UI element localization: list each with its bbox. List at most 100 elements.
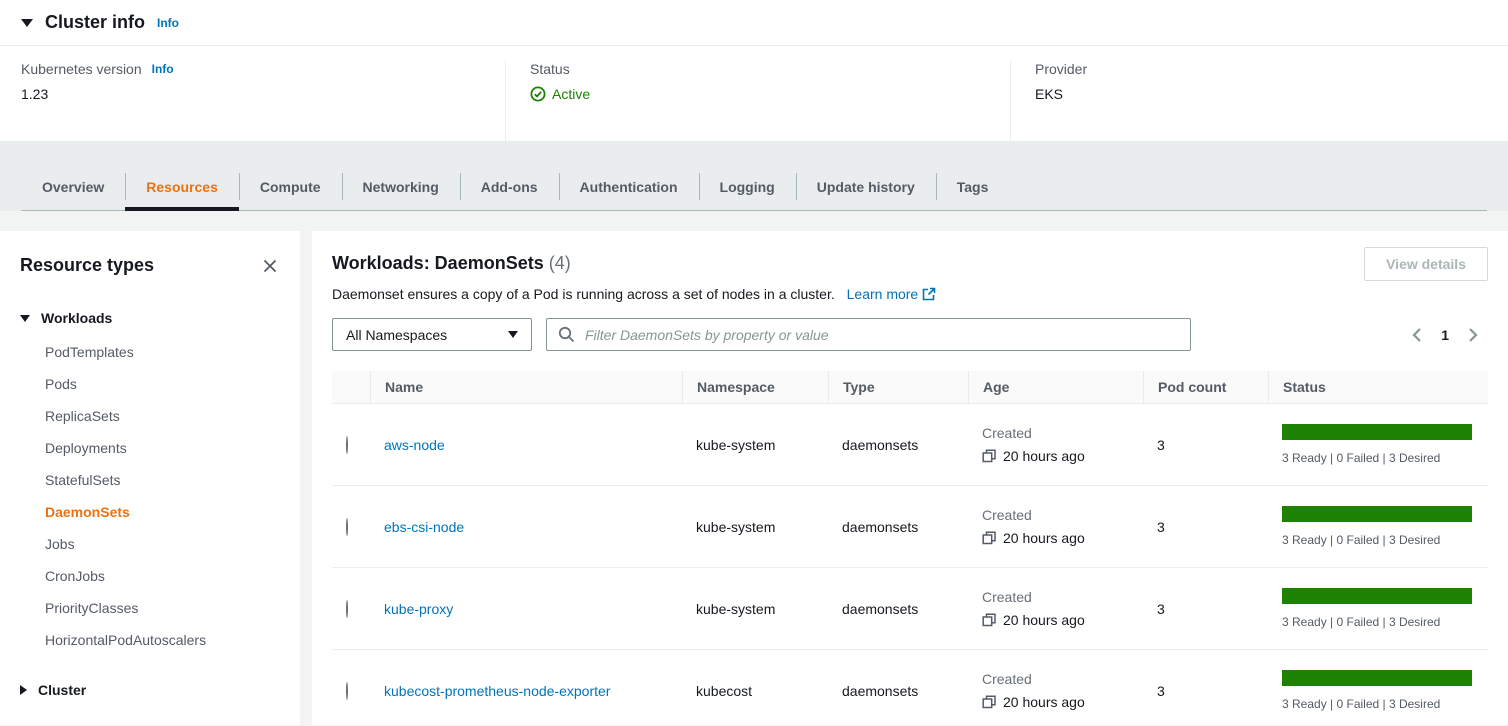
status-field: Status Active bbox=[505, 61, 1010, 141]
status-value: Active bbox=[530, 86, 986, 102]
current-page[interactable]: 1 bbox=[1441, 327, 1449, 343]
tab-resources[interactable]: Resources bbox=[125, 163, 239, 210]
status-cell: 3 Ready | 0 Failed | 3 Desired bbox=[1268, 424, 1488, 465]
age-cell: Created 20 hours ago bbox=[968, 589, 1143, 628]
resource-tree: Workloads PodTemplates Pods ReplicaSets … bbox=[20, 306, 280, 725]
sidebar-title: Resource types bbox=[20, 255, 154, 276]
sidebar-item-pods[interactable]: Pods bbox=[45, 368, 280, 400]
daemonset-name-link[interactable]: kubecost-prometheus-node-exporter bbox=[384, 683, 610, 699]
daemonset-name-link[interactable]: ebs-csi-node bbox=[384, 519, 464, 535]
status-cell: 3 Ready | 0 Failed | 3 Desired bbox=[1268, 588, 1488, 629]
chevron-right-icon bbox=[1466, 327, 1480, 343]
header-select bbox=[332, 371, 370, 403]
view-details-button[interactable]: View details bbox=[1364, 247, 1488, 281]
namespace-select-value: All Namespaces bbox=[346, 327, 447, 343]
sidebar-item-priorityclasses[interactable]: PriorityClasses bbox=[45, 592, 280, 624]
triangle-down-icon bbox=[20, 315, 30, 322]
tab-networking[interactable]: Networking bbox=[342, 163, 460, 210]
sidebar-item-deployments[interactable]: Deployments bbox=[45, 432, 280, 464]
copy-icon[interactable] bbox=[982, 449, 996, 463]
tree-group-service-and-networking[interactable]: Service and networking bbox=[20, 724, 280, 725]
cluster-info-panel: Cluster info Info Kubernetes version Inf… bbox=[0, 0, 1508, 141]
header-namespace: Namespace bbox=[682, 371, 828, 403]
namespace-select[interactable]: All Namespaces bbox=[332, 318, 532, 351]
sidebar-item-horizontalpodautoscalers[interactable]: HorizontalPodAutoscalers bbox=[45, 624, 280, 656]
tab-compute[interactable]: Compute bbox=[239, 163, 342, 210]
namespace-cell: kube-system bbox=[682, 437, 828, 453]
provider-value: EKS bbox=[1035, 86, 1484, 102]
external-link-icon bbox=[922, 287, 936, 301]
table-row: aws-node kube-system daemonsets Created … bbox=[332, 404, 1488, 486]
sidebar-item-cronjobs[interactable]: CronJobs bbox=[45, 560, 280, 592]
kubernetes-version-value: 1.23 bbox=[21, 86, 481, 102]
status-text: 3 Ready | 0 Failed | 3 Desired bbox=[1282, 697, 1472, 711]
copy-icon[interactable] bbox=[982, 695, 996, 709]
row-select-radio[interactable] bbox=[346, 436, 348, 454]
daemonset-name-link[interactable]: kube-proxy bbox=[384, 601, 453, 617]
content-area: Resource types Workloads PodTemplates Po… bbox=[0, 211, 1508, 725]
next-page-button[interactable] bbox=[1466, 327, 1480, 343]
status-label: Status bbox=[530, 61, 570, 77]
type-cell: daemonsets bbox=[828, 683, 968, 699]
tab-tags[interactable]: Tags bbox=[936, 163, 1010, 210]
type-cell: daemonsets bbox=[828, 519, 968, 535]
copy-icon[interactable] bbox=[982, 613, 996, 627]
pagination: 1 bbox=[1410, 327, 1488, 343]
close-icon bbox=[262, 258, 278, 274]
pod-count-cell: 3 bbox=[1143, 601, 1268, 617]
previous-page-button[interactable] bbox=[1410, 327, 1424, 343]
provider-field: Provider EKS bbox=[1010, 61, 1508, 141]
status-bar bbox=[1282, 670, 1472, 686]
namespace-cell: kube-system bbox=[682, 519, 828, 535]
sidebar-item-replicasets[interactable]: ReplicaSets bbox=[45, 400, 280, 432]
close-sidebar-button[interactable] bbox=[260, 256, 280, 276]
sidebar-item-daemonsets[interactable]: DaemonSets bbox=[45, 496, 280, 528]
table-row: kube-proxy kube-system daemonsets Create… bbox=[332, 568, 1488, 650]
copy-icon[interactable] bbox=[982, 531, 996, 545]
header-pod-count: Pod count bbox=[1143, 371, 1268, 403]
row-select-radio[interactable] bbox=[346, 600, 348, 618]
table-header: Name Namespace Type Age Pod count Status bbox=[332, 371, 1488, 404]
status-text: 3 Ready | 0 Failed | 3 Desired bbox=[1282, 451, 1472, 465]
panel-title: Workloads: DaemonSets (4) bbox=[332, 247, 936, 274]
status-cell: 3 Ready | 0 Failed | 3 Desired bbox=[1268, 506, 1488, 547]
workloads-items: PodTemplates Pods ReplicaSets Deployment… bbox=[20, 336, 280, 656]
filter-input[interactable] bbox=[583, 326, 1179, 344]
daemonset-name-link[interactable]: aws-node bbox=[384, 437, 445, 453]
sidebar-item-podtemplates[interactable]: PodTemplates bbox=[45, 336, 280, 368]
sidebar-item-statefulsets[interactable]: StatefulSets bbox=[45, 464, 280, 496]
tree-group-workloads[interactable]: Workloads bbox=[20, 306, 280, 330]
tab-list: Overview Resources Compute Networking Ad… bbox=[21, 163, 1487, 211]
resource-types-sidebar: Resource types Workloads PodTemplates Po… bbox=[0, 231, 300, 725]
sidebar-item-jobs[interactable]: Jobs bbox=[45, 528, 280, 560]
table-row: kubecost-prometheus-node-exporter kubeco… bbox=[332, 650, 1488, 725]
chevron-left-icon bbox=[1410, 327, 1424, 343]
header-status: Status bbox=[1268, 371, 1488, 403]
chevron-down-icon bbox=[508, 331, 518, 338]
search-icon bbox=[558, 326, 575, 343]
kubernetes-version-info-link[interactable]: Info bbox=[152, 62, 174, 76]
triangle-right-icon bbox=[20, 685, 27, 695]
tree-group-cluster[interactable]: Cluster bbox=[20, 678, 280, 702]
provider-label: Provider bbox=[1035, 61, 1087, 77]
tab-overview[interactable]: Overview bbox=[21, 163, 125, 210]
status-bar bbox=[1282, 506, 1472, 522]
daemonsets-table: Name Namespace Type Age Pod count Status… bbox=[332, 371, 1488, 725]
daemonsets-panel: Workloads: DaemonSets (4) Daemonset ensu… bbox=[312, 231, 1508, 725]
cluster-info-info-link[interactable]: Info bbox=[157, 16, 179, 30]
status-check-icon bbox=[530, 86, 546, 102]
age-cell: Created 20 hours ago bbox=[968, 507, 1143, 546]
tab-authentication[interactable]: Authentication bbox=[559, 163, 699, 210]
pod-count-cell: 3 bbox=[1143, 519, 1268, 535]
tab-logging[interactable]: Logging bbox=[699, 163, 796, 210]
namespace-cell: kube-system bbox=[682, 601, 828, 617]
type-cell: daemonsets bbox=[828, 437, 968, 453]
collapse-triangle-icon[interactable] bbox=[21, 19, 33, 27]
tab-band: Overview Resources Compute Networking Ad… bbox=[0, 141, 1508, 211]
tab-add-ons[interactable]: Add-ons bbox=[460, 163, 559, 210]
row-select-radio[interactable] bbox=[346, 682, 348, 700]
tab-update-history[interactable]: Update history bbox=[796, 163, 936, 210]
row-select-radio[interactable] bbox=[346, 518, 348, 536]
cluster-info-header: Cluster info Info bbox=[0, 0, 1508, 46]
learn-more-link[interactable]: Learn more bbox=[847, 286, 937, 302]
